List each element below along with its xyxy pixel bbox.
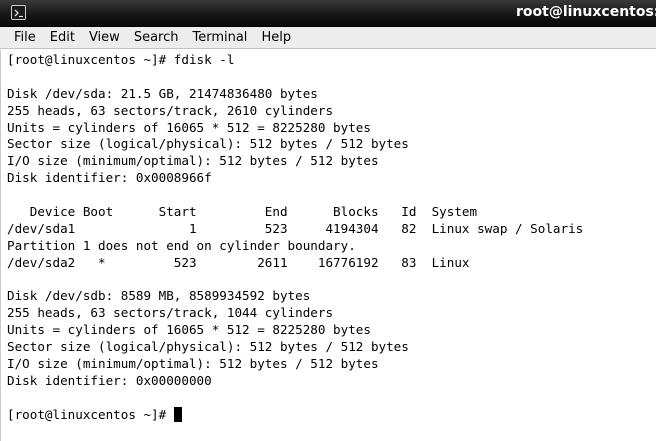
terminal-line: Disk /dev/sdb: 8589 MB, 8589934592 bytes (7, 288, 311, 304)
menu-edit[interactable]: Edit (43, 28, 82, 48)
window-title: root@linuxcentos:~ (516, 4, 656, 20)
terminal-line: I/O size (minimum/optimal): 512 bytes / … (7, 153, 379, 169)
terminal-line: 255 heads, 63 sectors/track, 1044 cylind… (7, 305, 334, 321)
terminal-icon[interactable] (11, 5, 26, 20)
menu-bar: File Edit View Search Terminal Help (0, 27, 656, 49)
terminal-line: /dev/sda2 * 523 2611 16776192 83 Linux (7, 254, 470, 270)
menu-file[interactable]: File (7, 28, 43, 48)
terminal-line: Device Boot Start End Blocks Id System (7, 204, 478, 220)
shell-prompt: [root@linuxcentos ~]# (7, 406, 174, 422)
terminal-line: /dev/sda1 1 523 4194304 82 Linux swap / … (7, 220, 584, 236)
terminal-line: Disk identifier: 0x00000000 (7, 372, 212, 388)
terminal-line: Partition 1 does not end on cylinder bou… (7, 237, 356, 253)
terminal-output[interactable]: [root@linuxcentos ~]# fdisk -l Disk /dev… (0, 50, 656, 441)
terminal-line: Units = cylinders of 16065 * 512 = 82252… (7, 119, 371, 135)
prompt-line[interactable]: [root@linuxcentos ~]# (7, 406, 656, 424)
menu-search[interactable]: Search (127, 28, 186, 48)
window-titlebar[interactable]: root@linuxcentos:~ (0, 0, 656, 27)
terminal-line: Units = cylinders of 16065 * 512 = 82252… (7, 322, 371, 338)
terminal-line: Sector size (logical/physical): 512 byte… (7, 339, 409, 355)
terminal-line: Disk identifier: 0x0008966f (7, 170, 212, 186)
menu-help[interactable]: Help (254, 28, 298, 48)
terminal-line: Disk /dev/sda: 21.5 GB, 21474836480 byte… (7, 85, 318, 101)
menu-terminal[interactable]: Terminal (185, 28, 254, 48)
terminal-line: Sector size (logical/physical): 512 byte… (7, 136, 409, 152)
menu-view[interactable]: View (82, 28, 127, 48)
terminal-line: [root@linuxcentos ~]# fdisk -l (7, 52, 235, 67)
terminal-line: I/O size (minimum/optimal): 512 bytes / … (7, 356, 379, 372)
text-cursor (173, 406, 182, 422)
terminal-line: 255 heads, 63 sectors/track, 2610 cylind… (7, 102, 334, 118)
